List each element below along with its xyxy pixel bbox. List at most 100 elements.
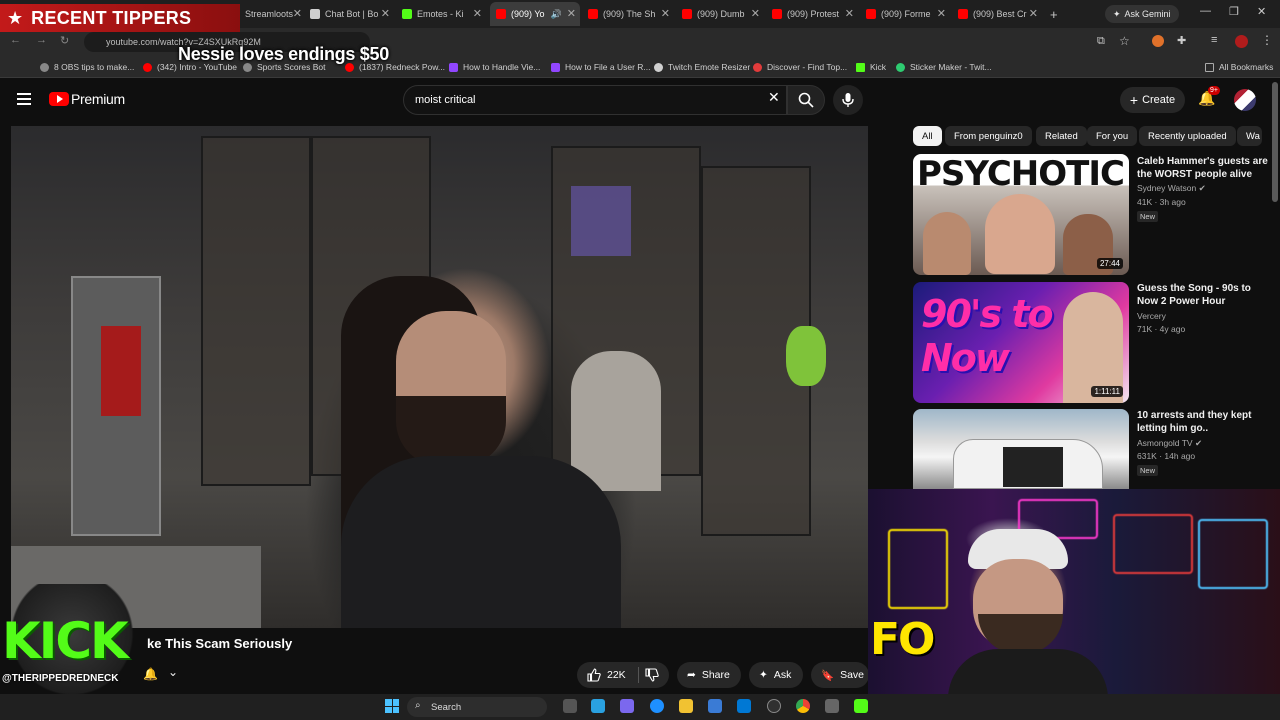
mail-icon[interactable] bbox=[737, 699, 751, 713]
kebab-menu-icon[interactable]: ⋮ bbox=[1261, 33, 1273, 47]
profile-icon[interactable] bbox=[1235, 35, 1248, 48]
close-window-icon[interactable]: ✕ bbox=[1257, 5, 1266, 18]
app-icon[interactable] bbox=[825, 699, 839, 713]
bookmark-item[interactable]: How to Handle Vie... bbox=[449, 60, 540, 74]
recommendation-title[interactable]: Caleb Hammer's guests are the WORST peop… bbox=[1137, 155, 1272, 181]
close-tab-icon[interactable]: ✕ bbox=[751, 7, 760, 20]
bookmark-item[interactable]: Twitch Emote Resizer bbox=[654, 60, 750, 74]
chip-more[interactable]: Wa bbox=[1237, 126, 1262, 146]
bookmark-item[interactable]: Discover - Find Top... bbox=[753, 60, 847, 74]
voice-search-button[interactable] bbox=[833, 85, 863, 115]
create-button[interactable]: + Create bbox=[1120, 87, 1185, 113]
chip-all[interactable]: All bbox=[913, 126, 942, 146]
extensions-puzzle-icon[interactable]: ✚ bbox=[1177, 34, 1186, 47]
tab-yt-5[interactable]: (909) Forme ✕ bbox=[866, 2, 950, 26]
maximize-icon[interactable]: ❐ bbox=[1229, 5, 1239, 18]
favicon-icon bbox=[310, 9, 320, 19]
menu-icon[interactable] bbox=[17, 93, 31, 105]
verified-icon: ✔ bbox=[1198, 183, 1206, 193]
minimize-icon[interactable]: — bbox=[1200, 5, 1211, 17]
chip-from-penguinz0[interactable]: From penguinz0 bbox=[945, 126, 1032, 146]
reading-list-icon[interactable]: ≡ bbox=[1211, 34, 1217, 46]
tab-youtube-active[interactable]: (909) Yo 🔊 ✕ bbox=[490, 2, 580, 26]
tab-emotes[interactable]: Emotes - Ki ✕ bbox=[402, 2, 486, 26]
avatar[interactable] bbox=[1234, 89, 1256, 111]
save-icon: 🔖 bbox=[821, 669, 835, 682]
bookmark-favicon-icon bbox=[654, 62, 663, 72]
bell-icon[interactable]: 🔔 bbox=[143, 667, 158, 681]
recommendation-channel[interactable]: Asmongold TV ✔ bbox=[1137, 438, 1202, 449]
recommendation-channel[interactable]: Vercery bbox=[1137, 311, 1166, 321]
chip-related[interactable]: Related bbox=[1036, 126, 1087, 146]
ask-gemini-button[interactable]: ✦ Ask Gemini bbox=[1105, 5, 1179, 23]
audio-icon[interactable]: 🔊 bbox=[551, 9, 562, 20]
save-button[interactable]: 🔖 Save bbox=[811, 662, 869, 688]
store-icon[interactable] bbox=[708, 699, 722, 713]
bookmark-item[interactable]: Sticker Maker - Twit... bbox=[896, 60, 992, 74]
recommendation-thumbnail[interactable]: PSYCHOTIC 27:44 bbox=[913, 154, 1129, 275]
forward-icon[interactable]: → bbox=[36, 34, 47, 46]
share-button[interactable]: ➦ Share bbox=[677, 662, 741, 688]
back-icon[interactable]: ← bbox=[10, 34, 21, 46]
video-player[interactable] bbox=[11, 126, 868, 628]
scrollbar[interactable] bbox=[1272, 82, 1278, 202]
all-bookmarks[interactable]: All Bookmarks bbox=[1205, 60, 1273, 74]
tab-yt-4[interactable]: (909) Protest ✕ bbox=[772, 2, 858, 26]
search-input[interactable]: moist critical bbox=[403, 85, 787, 115]
taskbar-search[interactable]: ⌕ Search bbox=[407, 697, 547, 717]
close-tab-icon[interactable]: ✕ bbox=[1029, 7, 1038, 20]
reload-icon[interactable]: ↻ bbox=[60, 34, 69, 47]
recommendation-title[interactable]: Guess the Song - 90s to Now 2 Power Hour bbox=[1137, 282, 1272, 308]
background-figure bbox=[786, 326, 826, 386]
search-icon bbox=[798, 92, 814, 108]
search-button[interactable] bbox=[787, 85, 825, 115]
tab-yt-2[interactable]: (909) The Sh ✕ bbox=[588, 2, 674, 26]
edge-icon[interactable] bbox=[650, 699, 664, 713]
app-icon[interactable] bbox=[591, 699, 605, 713]
close-tab-icon[interactable]: ✕ bbox=[473, 7, 482, 20]
bookmark-item[interactable]: Kick bbox=[856, 60, 886, 74]
close-tab-icon[interactable]: ✕ bbox=[937, 7, 946, 20]
tab-yt-6[interactable]: (909) Best Cr ✕ bbox=[958, 2, 1042, 26]
shirt bbox=[341, 456, 621, 628]
explorer-icon[interactable] bbox=[679, 699, 693, 713]
ask-button[interactable]: ✦ Ask bbox=[749, 662, 803, 688]
close-tab-icon[interactable]: ✕ bbox=[567, 7, 576, 20]
app-icon[interactable] bbox=[620, 699, 634, 713]
windows-icon[interactable] bbox=[385, 699, 399, 713]
bookmark-item[interactable]: 8 OBS tips to make... bbox=[40, 60, 134, 74]
tab-streamloots[interactable]: Streamloots ✕ bbox=[230, 2, 306, 26]
task-view-icon[interactable] bbox=[563, 699, 577, 713]
recommendation-thumbnail[interactable]: 90's to Now 1:11:11 bbox=[913, 282, 1129, 403]
new-tab-button[interactable]: + bbox=[1050, 2, 1064, 26]
install-icon[interactable]: ⧉ bbox=[1097, 35, 1105, 48]
recommendation-title[interactable]: 10 arrests and they kept letting him go.… bbox=[1137, 409, 1272, 435]
close-tab-icon[interactable]: ✕ bbox=[845, 7, 854, 20]
youtube-logo-icon[interactable] bbox=[49, 92, 69, 106]
chrome-icon[interactable] bbox=[796, 699, 810, 713]
chevron-down-icon[interactable]: ⌄ bbox=[168, 665, 178, 679]
recommendation-thumbnail[interactable] bbox=[913, 409, 1129, 489]
close-tab-icon[interactable]: ✕ bbox=[661, 7, 670, 20]
bookmark-favicon-icon bbox=[753, 62, 762, 72]
clear-search-icon[interactable]: ✕ bbox=[768, 89, 780, 106]
close-tab-icon[interactable]: ✕ bbox=[293, 7, 302, 20]
obs-icon[interactable] bbox=[767, 699, 781, 713]
new-badge: New bbox=[1137, 211, 1159, 222]
search-icon: ⌕ bbox=[415, 700, 421, 711]
tab-chat-bot[interactable]: Chat Bot | Bo ✕ bbox=[310, 2, 394, 26]
recommendation-meta: 71K · 4y ago bbox=[1137, 324, 1186, 334]
like-button[interactable]: 22K bbox=[577, 662, 669, 688]
webcam-sign-text: FO bbox=[870, 614, 935, 665]
chip-recently-uploaded[interactable]: Recently uploaded bbox=[1139, 126, 1236, 146]
app-icon[interactable] bbox=[854, 699, 868, 713]
bookmark-item[interactable]: How to File a User R... bbox=[551, 60, 651, 74]
chip-for-you[interactable]: For you bbox=[1087, 126, 1138, 146]
extension-icon[interactable] bbox=[1152, 35, 1164, 47]
close-tab-icon[interactable]: ✕ bbox=[381, 7, 390, 20]
tab-yt-3[interactable]: (909) Dumb ✕ bbox=[682, 2, 764, 26]
thumbnail-face bbox=[923, 212, 971, 275]
recommendation-channel[interactable]: Sydney Watson ✔ bbox=[1137, 183, 1206, 194]
bookmark-star-icon[interactable]: ☆ bbox=[1119, 34, 1130, 48]
youtube-favicon-icon bbox=[958, 9, 968, 19]
